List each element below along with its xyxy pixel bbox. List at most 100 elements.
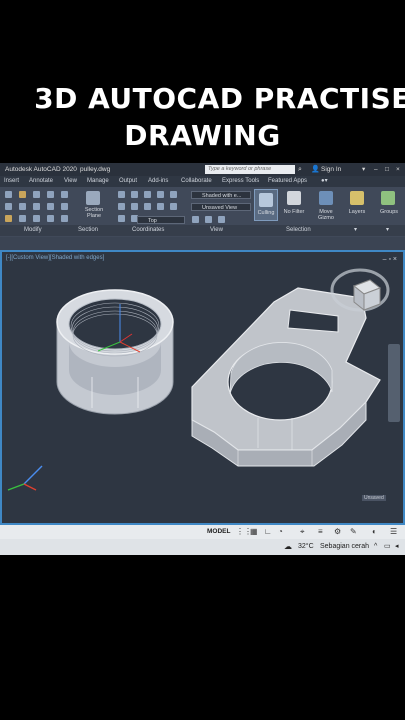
view-top-dropdown[interactable]: Top xyxy=(137,216,185,224)
move-gizmo-button[interactable]: Move Gizmo xyxy=(312,209,340,221)
help-menu-icon[interactable]: ▾ xyxy=(362,163,365,176)
minimize-icon[interactable]: – xyxy=(374,163,378,176)
polar-icon[interactable]: ◔ xyxy=(278,527,283,536)
tab-insert[interactable]: Insert xyxy=(4,176,19,187)
visual-style-dropdown[interactable]: Shaded with e... xyxy=(191,191,251,199)
no-filter-button[interactable]: No Filter xyxy=(280,209,308,215)
annotation-scale-icon[interactable]: ✎ xyxy=(350,527,357,536)
model-space-button[interactable]: MODEL xyxy=(207,528,230,535)
section-plane-button[interactable]: Section Plane xyxy=(80,207,108,219)
layers-icon[interactable] xyxy=(350,191,364,205)
viewcube-label: Unsaved xyxy=(362,495,386,501)
lineweight-icon[interactable]: ≡ xyxy=(318,527,323,536)
move-gizmo-icon[interactable] xyxy=(319,191,333,205)
video-title-line-1: 3D AUTOCAD PRACTISE xyxy=(34,82,405,115)
tab-add-ins[interactable]: Add-ins xyxy=(148,176,168,187)
tab-manage[interactable]: Manage xyxy=(87,176,109,187)
ucs-zaxis-icon[interactable] xyxy=(157,191,164,198)
offset-icon[interactable] xyxy=(61,203,68,210)
workspace-icon[interactable]: ⚙ xyxy=(334,527,341,536)
threaded-cap-model xyxy=(56,289,174,415)
panel-modify[interactable]: Modify xyxy=(24,225,42,236)
layers-expand-icon[interactable]: ▾ xyxy=(354,225,357,236)
osnap-icon[interactable]: ⌖ xyxy=(300,527,305,537)
ucs-3point-icon[interactable] xyxy=(170,191,177,198)
mirror-icon[interactable] xyxy=(61,191,68,198)
tab-express-tools[interactable]: Express Tools xyxy=(222,176,259,187)
join-icon[interactable] xyxy=(47,215,54,222)
close-icon[interactable]: × xyxy=(396,163,400,176)
no-filter-icon[interactable] xyxy=(287,191,301,205)
section-plane-icon[interactable] xyxy=(86,191,100,205)
ribbon-panel-labels: Modify Section Coordinates View Selectio… xyxy=(0,225,405,236)
tray-chevron-icon[interactable]: ^ xyxy=(374,539,377,555)
chamfer-icon[interactable] xyxy=(61,215,68,222)
tab-featured-apps[interactable]: Featured Apps xyxy=(268,176,307,187)
isolate-icon[interactable]: ◐ xyxy=(372,527,377,536)
view-tool-2-icon[interactable] xyxy=(205,216,212,223)
move-icon[interactable] xyxy=(5,191,12,198)
file-name: pulley.dwg xyxy=(80,166,111,173)
title-bar: Autodesk AutoCAD 2020 pulley.dwg Type a … xyxy=(0,163,405,176)
groups-expand-icon[interactable]: ▾ xyxy=(386,225,389,236)
tab-collaborate[interactable]: Collaborate xyxy=(181,176,212,187)
array-icon[interactable] xyxy=(47,203,54,210)
ucs-y-icon[interactable] xyxy=(131,203,138,210)
copy-icon[interactable] xyxy=(47,191,54,198)
ortho-icon[interactable]: ∟ xyxy=(264,527,272,536)
ucs-icon[interactable] xyxy=(118,191,125,198)
viewport-window-controls[interactable]: – ▫ × xyxy=(383,256,397,263)
user-icon[interactable]: 👤 xyxy=(311,163,320,176)
trim-icon[interactable] xyxy=(33,191,40,198)
erase-icon[interactable] xyxy=(5,215,12,222)
autocad-window: Autodesk AutoCAD 2020 pulley.dwg Type a … xyxy=(0,163,405,555)
panel-view[interactable]: View xyxy=(210,225,223,236)
search-icon[interactable]: ⌕ xyxy=(298,163,302,176)
app-name: Autodesk AutoCAD 2020 xyxy=(5,166,77,173)
panel-selection[interactable]: Selection xyxy=(286,225,311,236)
network-icon[interactable]: ▭ xyxy=(384,539,391,555)
tab-view[interactable]: View xyxy=(64,176,77,187)
ucs-x-icon[interactable] xyxy=(118,203,125,210)
snap-icon[interactable]: ▦ xyxy=(250,527,258,536)
ucs-origin-icon[interactable] xyxy=(144,191,151,198)
video-icon[interactable]: ●▾ xyxy=(321,176,328,187)
sign-in-button[interactable]: Sign In xyxy=(321,163,341,176)
ucs-world-icon[interactable] xyxy=(131,191,138,198)
fillet-icon[interactable] xyxy=(5,203,12,210)
panel-coordinates[interactable]: Coordinates xyxy=(132,225,164,236)
scale-icon[interactable] xyxy=(33,203,40,210)
model-canvas xyxy=(7,268,400,491)
saved-view-dropdown[interactable]: Unsaved View xyxy=(191,203,251,211)
ucs-view-icon[interactable] xyxy=(157,203,164,210)
tab-output[interactable]: Output xyxy=(119,176,137,187)
groups-icon[interactable] xyxy=(381,191,395,205)
drawing-viewport[interactable]: [-][Custom View][Shaded with edges] – ▫ … xyxy=(0,250,405,525)
break-icon[interactable] xyxy=(33,215,40,222)
bracket-model xyxy=(191,287,381,467)
layers-button[interactable]: Layers xyxy=(343,209,371,215)
menu-bar: Insert Annotate View Manage Output Add-i… xyxy=(0,176,405,187)
customize-icon[interactable]: ☰ xyxy=(390,527,397,536)
video-title-line-2: DRAWING xyxy=(124,119,281,152)
temperature: 32°C xyxy=(298,543,314,550)
culling-button[interactable]: Culling xyxy=(254,189,278,221)
ucs-axes-icon xyxy=(7,465,43,491)
ucs-object-icon[interactable] xyxy=(170,203,177,210)
volume-icon[interactable]: ◂ xyxy=(395,539,399,555)
search-input[interactable]: Type a keyword or phrase xyxy=(205,165,295,174)
rotate-icon[interactable] xyxy=(19,191,26,198)
view-tool-3-icon[interactable] xyxy=(218,216,225,223)
groups-button[interactable]: Groups xyxy=(374,209,404,215)
view-tool-1-icon[interactable] xyxy=(192,216,199,223)
status-bar: MODEL ⋮⋮ ▦ ∟ ◔ ⌖ ≡ ⚙ ✎ ◐ ☰ xyxy=(0,525,405,539)
ucs-z-icon[interactable] xyxy=(144,203,151,210)
maximize-icon[interactable]: □ xyxy=(385,163,389,176)
explode-icon[interactable] xyxy=(19,215,26,222)
weather-icon[interactable]: ☁ xyxy=(284,539,292,555)
viewcube[interactable] xyxy=(330,268,390,312)
ucs-face-icon[interactable] xyxy=(118,215,125,222)
tab-annotate[interactable]: Annotate xyxy=(29,176,53,187)
panel-section[interactable]: Section xyxy=(78,225,98,236)
stretch-icon[interactable] xyxy=(19,203,26,210)
